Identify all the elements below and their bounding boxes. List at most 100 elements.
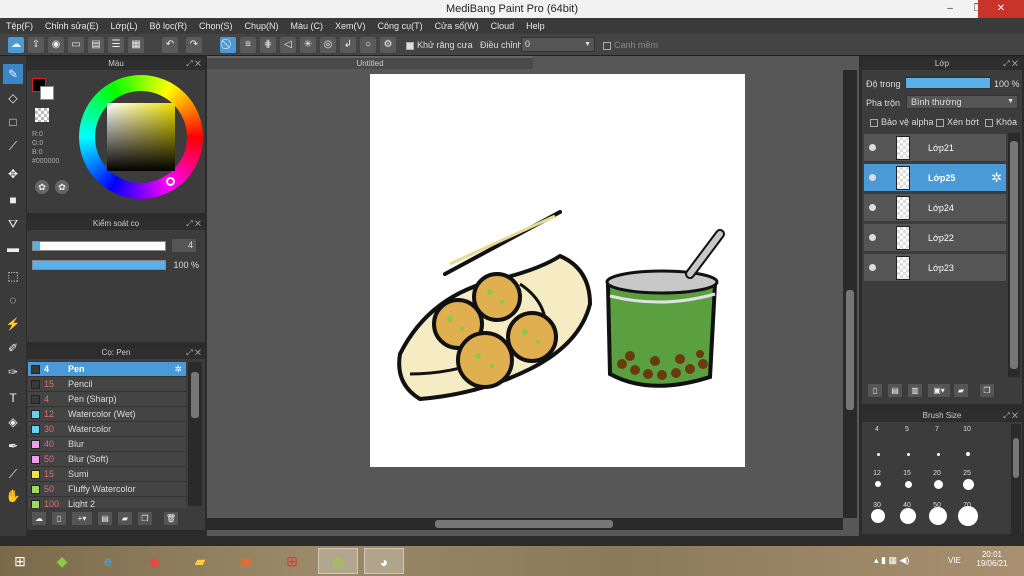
new-1bit-layer-icon[interactable]: ▥ [908, 384, 922, 397]
brush-item[interactable]: 4 Pen (Sharp) [28, 392, 186, 407]
visibility-eye-icon[interactable] [869, 264, 876, 271]
panel-close-icon[interactable]: ⤢ ✕ [186, 347, 201, 359]
brush-list-scroll-thumb[interactable] [191, 372, 199, 418]
new-halftone-layer-icon[interactable]: ▤ [888, 384, 902, 397]
layer-item[interactable]: Lớp21 [864, 134, 1006, 162]
redo-icon[interactable]: ↷ [186, 37, 202, 53]
menu-snap[interactable]: Chụp(N) [239, 18, 285, 34]
clock[interactable]: 20:01 19/06/21 [972, 550, 1012, 568]
upload-icon[interactable]: ⇪ [28, 37, 44, 53]
saturation-value-square[interactable] [107, 103, 175, 171]
brush-item[interactable]: 15 Pencil [28, 377, 186, 392]
visibility-eye-icon[interactable] [869, 234, 876, 241]
circle-snap-icon[interactable]: ○ [360, 37, 376, 53]
layer-list-scroll-thumb[interactable] [1010, 141, 1018, 369]
brush-size-dot[interactable] [933, 479, 943, 489]
layer-opacity-slider[interactable] [905, 77, 991, 89]
layer-folder-icon[interactable]: ▰ [954, 384, 968, 397]
gear-icon[interactable]: ✲ [174, 362, 182, 377]
visibility-eye-icon[interactable] [869, 204, 876, 211]
menu-window[interactable]: Cửa sổ(W) [429, 18, 485, 34]
menu-file[interactable]: Tệp(F) [0, 18, 39, 34]
palette-add-icon[interactable]: ✿ [55, 180, 69, 194]
layer-item[interactable]: Lớp22 [864, 224, 1006, 252]
brush-tool-icon[interactable]: ✎ [3, 64, 23, 84]
panel-close-icon[interactable]: ⤢ ✕ [1003, 410, 1018, 422]
canvas-horizontal-scrollbar[interactable] [207, 518, 843, 530]
shape-fill-icon[interactable]: ■ [3, 190, 23, 210]
dropper-icon[interactable]: ⟋ [3, 464, 23, 484]
gear-icon[interactable]: ✲ [991, 170, 1002, 186]
visibility-eye-icon[interactable] [869, 174, 876, 181]
cloud-icon[interactable]: ☁ [8, 37, 24, 53]
canvas-vscroll-thumb[interactable] [846, 290, 854, 410]
message-icon[interactable]: ▭ [68, 37, 84, 53]
panel-close-icon[interactable]: ⤢ ✕ [1003, 58, 1018, 70]
blend-mode-select[interactable]: Bình thường ▼ [906, 95, 1018, 109]
transparent-color-swatch[interactable] [35, 108, 49, 122]
settings-snap-icon[interactable]: ⚙ [380, 37, 396, 53]
minimize-button[interactable]: – [936, 0, 964, 18]
hue-cursor[interactable] [166, 177, 175, 186]
file-explorer-icon[interactable]: ▰ [180, 548, 220, 574]
background-color-swatch[interactable] [40, 86, 54, 100]
line-brush-icon[interactable]: ⟋ [3, 136, 23, 156]
radial-snap-icon[interactable]: ✳ [300, 37, 316, 53]
brush-size-scroll-thumb[interactable] [1013, 438, 1019, 478]
clip-studio-icon[interactable]: ◍ [318, 548, 358, 574]
menu-help[interactable]: Help [520, 18, 551, 34]
brush-size-dot[interactable] [929, 507, 947, 525]
brush-size-dot[interactable] [876, 452, 880, 456]
layer-item[interactable]: Lớp23 [864, 254, 1006, 282]
tray-icons[interactable]: ▴ ▮ ▦ ◀) [874, 555, 909, 566]
cross-snap-icon[interactable]: ⋕ [260, 37, 276, 53]
visibility-eye-icon[interactable] [869, 144, 876, 151]
chrome-icon[interactable]: ◉ [134, 548, 174, 574]
powerpoint-icon[interactable]: ▣ [226, 548, 266, 574]
menu-filter[interactable]: Bộ lọc(R) [143, 18, 193, 34]
rect-select-icon[interactable]: ⬚ [3, 266, 23, 286]
brush-size-dot[interactable] [900, 508, 916, 524]
bucket-tool-icon[interactable]: ⛛ [3, 214, 23, 234]
brush-list-scrollbar[interactable] [188, 362, 202, 506]
brush-item[interactable]: 15 Sumi [28, 467, 186, 482]
brush-item[interactable]: 50 Fluffy Watercolor [28, 482, 186, 497]
brush-opacity-slider[interactable] [32, 260, 166, 270]
brush-size-dot[interactable] [966, 452, 970, 456]
canvas-hscroll-thumb[interactable] [435, 520, 613, 528]
language-indicator[interactable]: VIE [948, 556, 961, 565]
brush-item[interactable]: 50 Blur (Soft) [28, 452, 186, 467]
brush-copy-icon[interactable]: ❐ [138, 512, 152, 525]
medibang-icon[interactable]: ◕ [364, 548, 404, 574]
correction-select[interactable]: 0 ▼ [521, 37, 595, 52]
close-button[interactable]: ✕ [978, 0, 1024, 18]
brush-item[interactable]: 30 Watercolor [28, 422, 186, 437]
menu-color[interactable]: Màu (C) [285, 18, 330, 34]
menu-cloud[interactable]: Cloud [485, 18, 521, 34]
parallel-snap-icon[interactable]: ≡ [240, 37, 256, 53]
brush-new-icon[interactable]: ▯ [52, 512, 66, 525]
panel-close-icon[interactable]: ⤢ ✕ [186, 58, 201, 70]
windows-start-icon[interactable]: ⊞ [0, 548, 40, 574]
brush-cloud-icon[interactable]: ☁ [32, 512, 46, 525]
panel-close-icon[interactable]: ⤢ ✕ [186, 218, 201, 230]
brush-item[interactable]: 4 Pen ✲ [28, 362, 186, 377]
gradient-tool-icon[interactable]: ▬ [3, 238, 23, 258]
brush-item[interactable]: 40 Blur [28, 437, 186, 452]
dot-tool-icon[interactable]: □ [3, 112, 23, 132]
menu-view[interactable]: Xem(V) [329, 18, 372, 34]
internet-explorer-icon[interactable]: e [88, 548, 128, 574]
lasso-select-icon[interactable]: ◌ [3, 290, 23, 310]
hand-tool-icon[interactable]: ✋ [3, 486, 23, 506]
undo-icon[interactable]: ↶ [162, 37, 178, 53]
brush-size-dot[interactable] [906, 452, 910, 456]
canvas-tab[interactable]: Untitled [207, 56, 533, 69]
brush-size-dot[interactable] [958, 506, 978, 526]
move-tool-icon[interactable]: ✥ [3, 164, 23, 184]
app-grid-icon[interactable]: ⊞ [272, 548, 312, 574]
layer-list-scrollbar[interactable] [1008, 133, 1020, 377]
brush-size-dot[interactable] [875, 481, 881, 487]
layer-add-menu-icon[interactable]: ▣▾ [928, 384, 950, 397]
comment-icon[interactable]: ◉ [48, 37, 64, 53]
palette-icon[interactable]: ✿ [35, 180, 49, 194]
